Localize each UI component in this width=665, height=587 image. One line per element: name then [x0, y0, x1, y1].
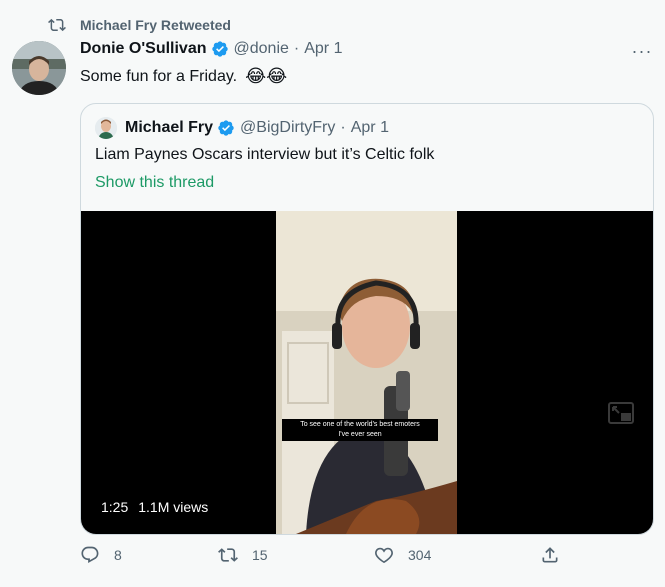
author-avatar[interactable] [12, 41, 66, 95]
share-button[interactable] [540, 545, 560, 565]
heart-icon [375, 547, 393, 564]
reply-icon [81, 546, 99, 563]
retweet-icon [48, 18, 66, 32]
retweet-context[interactable]: Michael Fry Retweeted [48, 16, 231, 34]
quoted-author-avatar[interactable] [95, 117, 117, 139]
video-player[interactable]: To see one of the world's best emoters I… [81, 211, 653, 534]
show-thread-link[interactable]: Show this thread [95, 174, 214, 192]
verified-badge-icon [218, 120, 234, 136]
video-meta: 1:25 1.1M views [101, 499, 208, 515]
retweeted-by-label: Michael Fry Retweeted [80, 17, 231, 33]
quoted-tweet-header: Michael Fry @BigDirtyFry · Apr 1 [95, 117, 389, 139]
tweet-actions: 8 15 304 [80, 545, 570, 569]
retweet-icon [218, 548, 238, 562]
picture-in-picture-icon[interactable] [607, 401, 635, 425]
quoted-tweet-text: Liam Paynes Oscars interview but it’s Ce… [95, 146, 435, 163]
separator-dot: · [340, 119, 346, 136]
like-count: 304 [408, 547, 432, 563]
reply-button[interactable]: 8 [80, 545, 122, 565]
separator-dot: · [293, 40, 300, 57]
caption-line-2: I've ever seen [338, 431, 382, 438]
tweet-text: Some fun for a Friday. 😂😂 [80, 66, 287, 87]
emoji-laughing: 😂😂 [245, 66, 288, 86]
quoted-tweet-date[interactable]: Apr 1 [351, 119, 389, 137]
reply-count: 8 [114, 547, 122, 563]
video-duration: 1:25 [101, 499, 129, 515]
quoted-author-handle[interactable]: @BigDirtyFry [240, 119, 335, 137]
verified-badge-icon [211, 41, 228, 57]
author-name[interactable]: Donie O'Sullivan [80, 40, 207, 58]
caption-line-1: To see one of the world's best emoters [300, 421, 420, 428]
tweet-body: Some fun for a Friday. [80, 67, 238, 85]
retweet-count: 15 [252, 547, 268, 563]
video-caption: To see one of the world's best emoters I… [282, 419, 438, 441]
video-frame[interactable]: To see one of the world's best emoters I… [276, 211, 457, 534]
tweet-date[interactable]: Apr 1 [304, 40, 342, 58]
tweet-header: Donie O'Sullivan @donie · Apr 1 [80, 40, 649, 58]
like-button[interactable]: 304 [374, 545, 431, 565]
video-views: 1.1M views [138, 499, 209, 515]
retweet-button[interactable]: 15 [218, 545, 268, 565]
author-handle[interactable]: @donie [234, 40, 289, 58]
more-icon: ··· [631, 40, 653, 61]
more-options-button[interactable]: ··· [631, 40, 653, 62]
quoted-author-name[interactable]: Michael Fry [125, 119, 213, 137]
quoted-tweet-card[interactable]: Michael Fry @BigDirtyFry · Apr 1 Liam Pa… [80, 103, 654, 535]
share-icon [542, 547, 558, 563]
